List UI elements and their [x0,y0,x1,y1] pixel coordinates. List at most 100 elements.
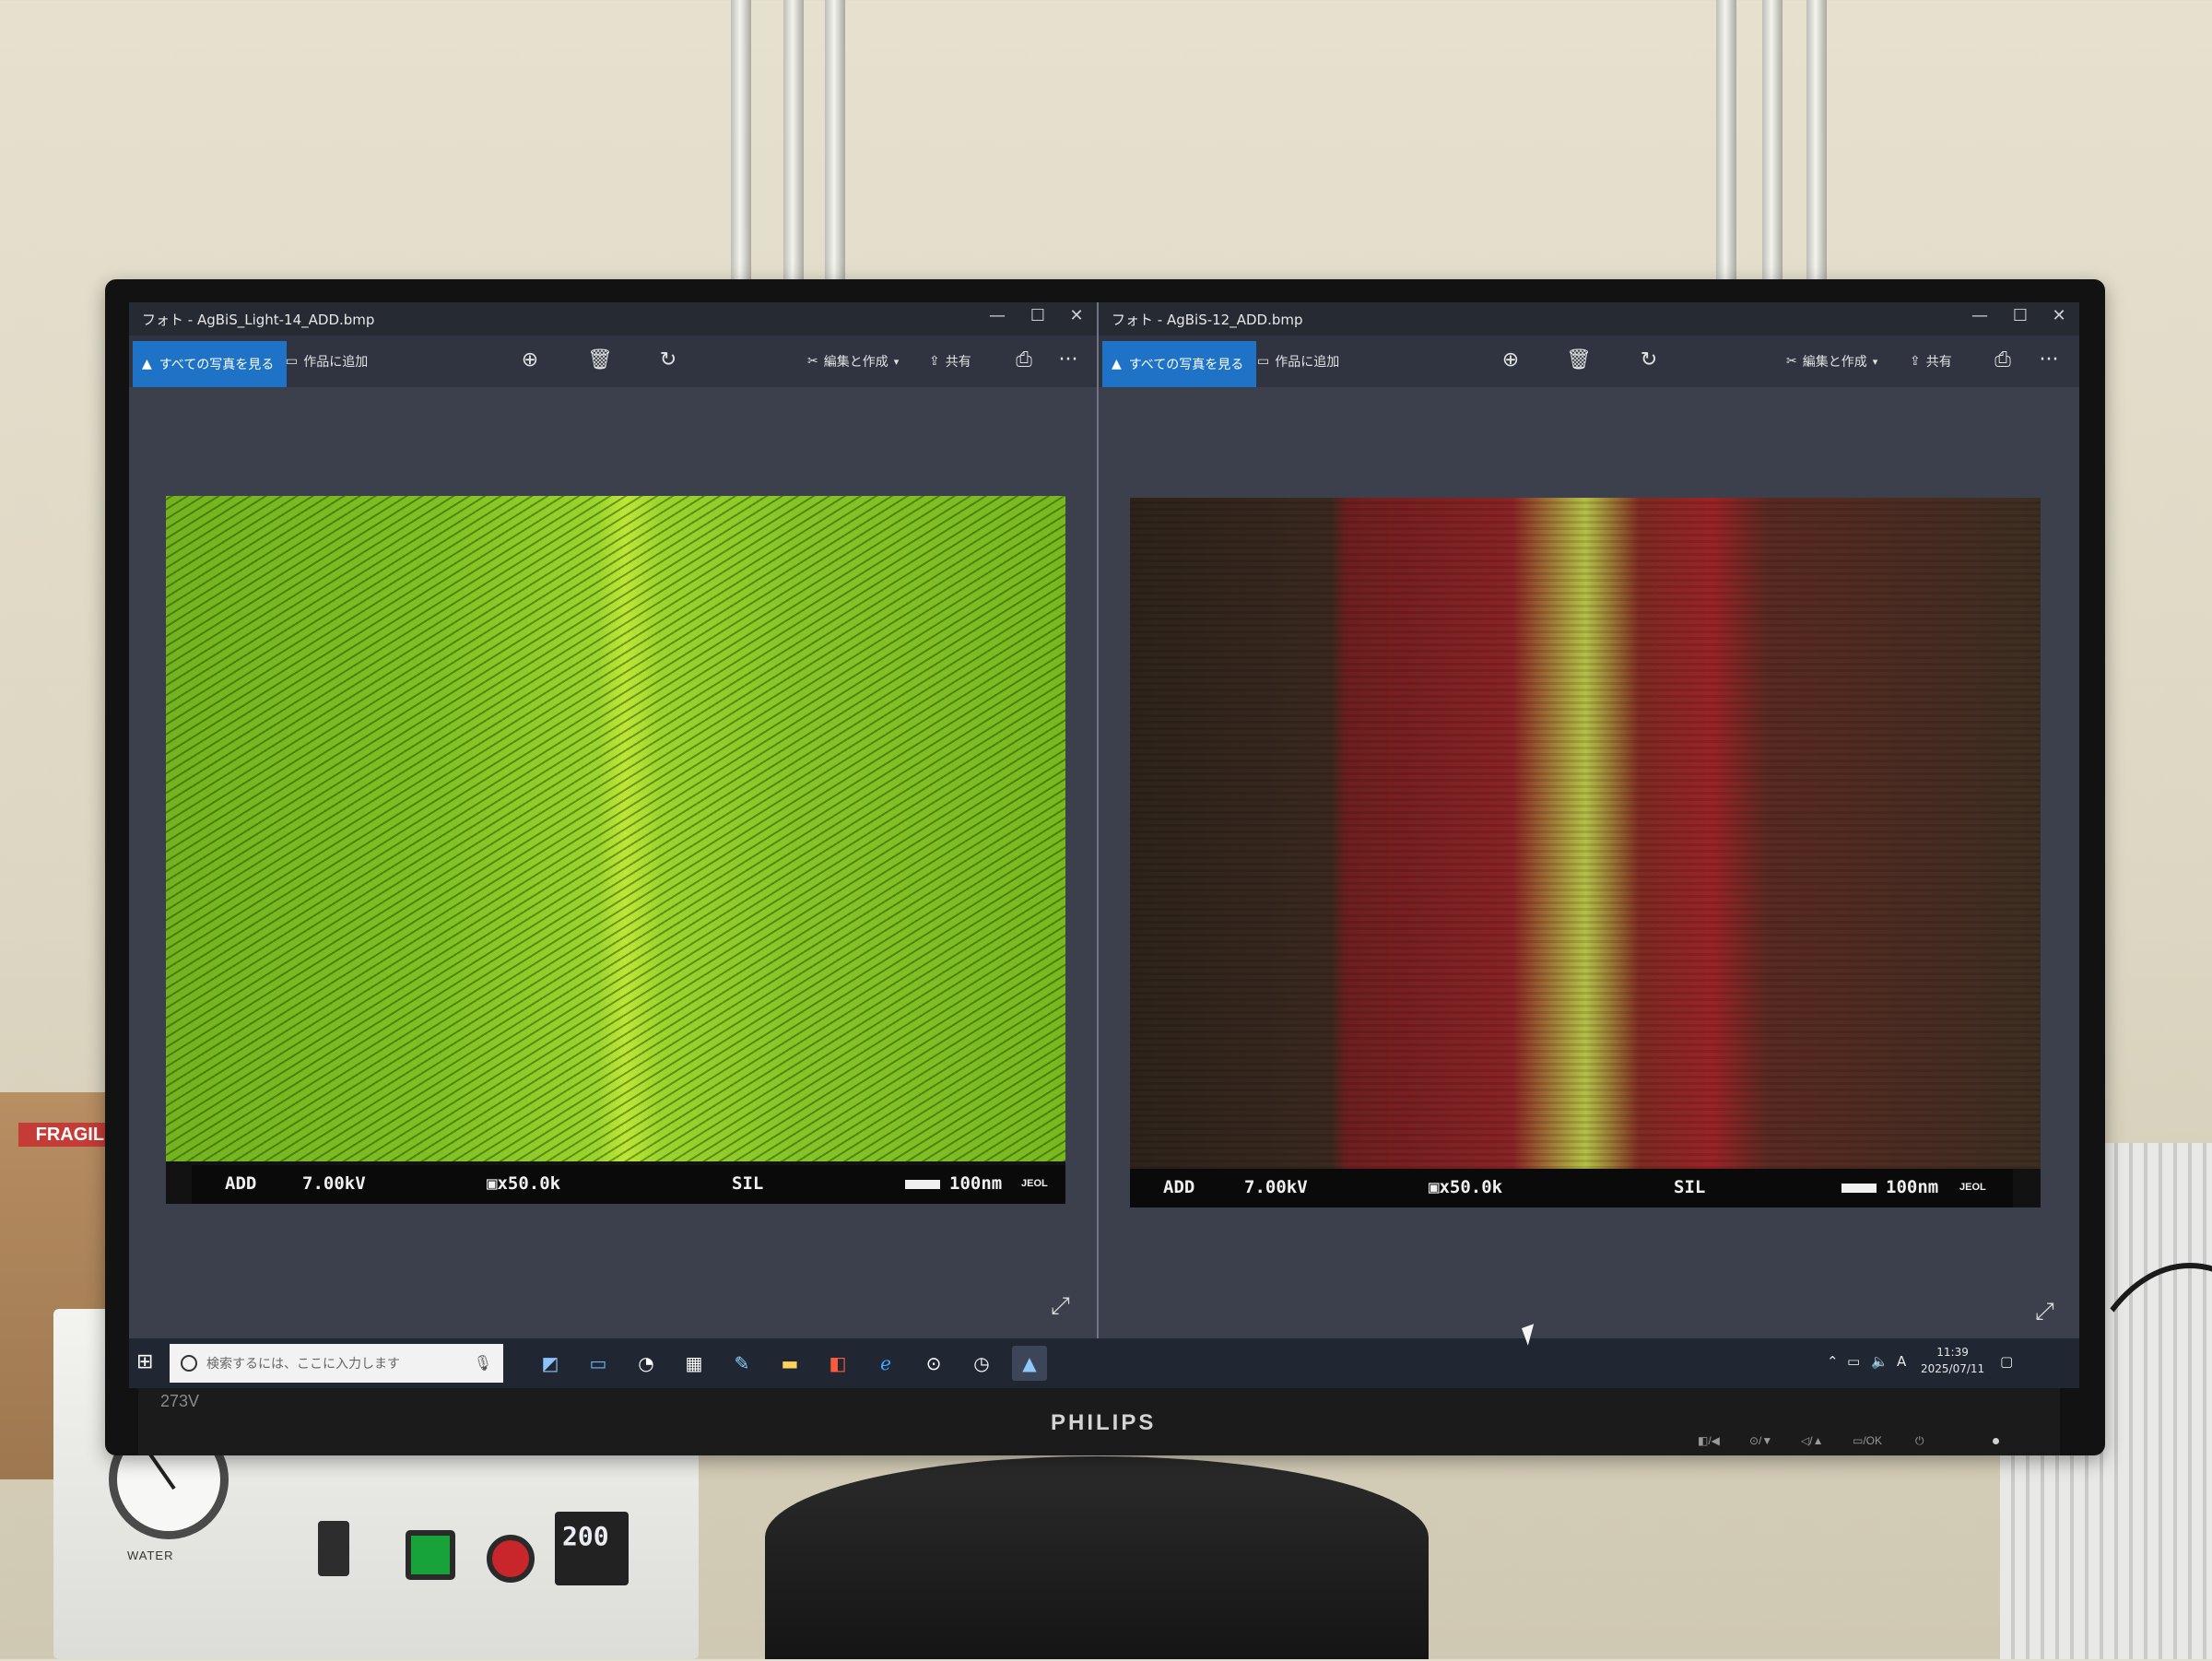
more-options-button[interactable]: ··· [1054,348,1082,371]
microphone-icon[interactable]: 🎙 [474,1354,492,1372]
edit-create-button[interactable]: ✂ 編集と作成 ▾ [1786,352,1877,371]
sem-detector: SIL [732,1173,764,1194]
close-button[interactable]: ✕ [1058,306,1095,325]
file-explorer-icon[interactable]: ▬ [772,1346,807,1381]
maximize-button[interactable]: ☐ [1019,306,1056,325]
title-bar: フォト - AgBiS-12_ADD.bmp — ☐ ✕ [1099,302,2079,336]
photos-app-icon[interactable]: ▲ [1012,1346,1047,1381]
rotate-icon[interactable]: ↻ [654,348,682,371]
delete-icon[interactable]: 🗑 [1565,348,1593,371]
view-all-label: すべての写真を見る [1128,358,1244,372]
osd-down-button[interactable]: ⊙/▼ [1749,1434,1772,1447]
taskbar-search-box[interactable]: 検索するには、ここに入力します 🎙 [170,1344,503,1383]
red-button [487,1535,535,1583]
wall-pole [1806,0,1827,281]
add-to-creation-label: 作品に追加 [303,355,369,370]
title-bar: フォト - AgBiS_Light-14_ADD.bmp — ☐ ✕ [129,302,1097,336]
chevron-down-icon: ▾ [893,355,900,368]
sem-image [166,496,1065,1161]
taskbar-clock[interactable]: 11:39 2025/07/11 [1921,1344,1984,1377]
temp-display: 200 [562,1521,609,1551]
view-all-label: すべての写真を見る [159,358,275,372]
album-icon: ▭ [286,354,299,369]
sem-scale: 100nm [949,1173,1003,1194]
fullscreen-icon[interactable]: ⤢ [1051,1292,1070,1321]
edit-create-button[interactable]: ✂ 編集と作成 ▾ [807,352,899,371]
osd-ok-button[interactable]: ▭/OK [1853,1434,1882,1447]
settings-app-icon[interactable]: ⊙ [916,1346,951,1381]
sem-magnification: ▣x50.0k [487,1173,561,1194]
toolbar: ▲ すべての写真を見る ▭ 作品に追加 ⊕ 🗑 ↻ ✂ 編集と作成 ▾ ⇪ 共有… [1099,336,2079,387]
zoom-in-icon[interactable]: ⊕ [516,348,544,371]
share-button[interactable]: ⇪ 共有 [1910,352,1952,371]
minimize-button[interactable]: — [979,306,1016,325]
clock-app-icon[interactable]: ◷ [964,1346,999,1381]
wall-pole [825,0,845,281]
zoom-in-icon[interactable]: ⊕ [1497,348,1524,371]
monitor-stand [765,1456,1429,1659]
paint-app-icon[interactable]: ✎ [724,1346,759,1381]
view-all-photos-button[interactable]: ▲ すべての写真を見る [1102,341,1257,387]
gauge-app-icon[interactable]: ◔ [629,1346,664,1381]
more-options-button[interactable]: ··· [2035,348,2063,371]
photos-window-right: フォト - AgBiS-12_ADD.bmp — ☐ ✕ ▲ すべての写真を見る… [1099,302,2079,1338]
fullscreen-icon[interactable]: ⤢ [2035,1298,2054,1326]
wall-pole [1762,0,1783,281]
internet-explorer-icon[interactable]: ℯ [868,1346,903,1381]
print-icon[interactable]: ⎙ [1989,348,2017,371]
osd-power-button[interactable]: ⏻ [1915,1434,1924,1448]
camera-icon: ▣ [1429,1177,1440,1197]
osd-up-button[interactable]: ◁/▲ [1801,1434,1823,1447]
window-title: フォト - AgBiS_Light-14_ADD.bmp [142,312,375,328]
network-icon[interactable]: ▭ [1847,1353,1860,1370]
picture-icon: ▲ [1112,357,1122,371]
temperature-controller: 200 [555,1512,629,1585]
sem-scale: 100nm [1886,1177,1939,1197]
toolbar: ▲ すべての写真を見る ▭ 作品に追加 ⊕ 🗑 ↻ ✂ 編集と作成 ▾ ⇪ 共有… [129,336,1097,387]
maximize-button[interactable]: ☐ [2002,306,2039,325]
wall-pole [783,0,804,281]
windows-start-icon[interactable]: ⊞ [136,1350,153,1373]
minimize-button[interactable]: — [1961,306,1998,325]
print-icon[interactable]: ⎙ [1010,348,1038,371]
add-to-creation-button[interactable]: ▭ 作品に追加 [1257,352,1339,371]
add-to-creation-label: 作品に追加 [1275,355,1340,370]
edit-icon: ✂ [1786,354,1797,369]
osd-input-button[interactable]: ◧/◀ [1698,1434,1720,1447]
share-label: 共有 [945,355,971,370]
ime-indicator[interactable]: A [1897,1353,1906,1370]
calculator-icon[interactable]: ▦ [677,1346,712,1381]
sem-voltage: 7.00kV [1244,1177,1308,1197]
close-button[interactable]: ✕ [2041,306,2077,325]
sem-voltage: 7.00kV [302,1173,366,1194]
delete-icon[interactable]: 🗑 [586,348,614,371]
edit-create-label: 編集と作成 [1802,355,1867,370]
notification-icon[interactable]: ▢ [2000,1353,2013,1370]
toggle-switch [318,1521,349,1576]
taskbar: ⊞ 検索するには、ここに入力します 🎙 ◩ ▭ ◔ ▦ ✎ ▬ ◧ ℯ ⊙ ◷ … [129,1338,2079,1388]
monitor-app-icon[interactable]: ▭ [581,1346,616,1381]
search-icon [181,1355,197,1372]
rotate-icon[interactable]: ↻ [1635,348,1663,371]
sem-detector: SIL [1674,1177,1706,1197]
edit-icon: ✂ [807,354,818,369]
image-viewer[interactable]: ADD 7.00kV ▣x50.0k SIL 100nm JEOL [166,496,1065,1204]
clock-time: 11:39 [1936,1346,1969,1359]
edit-create-label: 編集と作成 [823,355,888,370]
wall-pole [731,0,751,281]
album-icon: ▭ [1257,354,1270,369]
view-all-photos-button[interactable]: ▲ すべての写真を見る [133,341,288,387]
volume-icon[interactable]: 🔈 [1871,1353,1888,1370]
chevron-up-icon[interactable]: ⌃ [1827,1353,1839,1370]
share-label: 共有 [1925,355,1952,370]
powerpoint-icon[interactable]: ◧ [820,1346,855,1381]
jeol-logo: JEOL [1021,1178,1048,1189]
image-viewer[interactable]: ADD 7.00kV ▣x50.0k SIL 100nm JEOL [1130,498,2041,1207]
gauge-label: WATER [127,1549,174,1562]
scale-bar [1841,1184,1877,1193]
add-to-creation-button[interactable]: ▭ 作品に追加 [286,352,368,371]
notebook-app-icon[interactable]: ◩ [533,1346,568,1381]
monitor-brand-logo: PHILIPS [1051,1410,1157,1435]
share-button[interactable]: ⇪ 共有 [929,352,971,371]
share-icon: ⇪ [929,354,940,369]
